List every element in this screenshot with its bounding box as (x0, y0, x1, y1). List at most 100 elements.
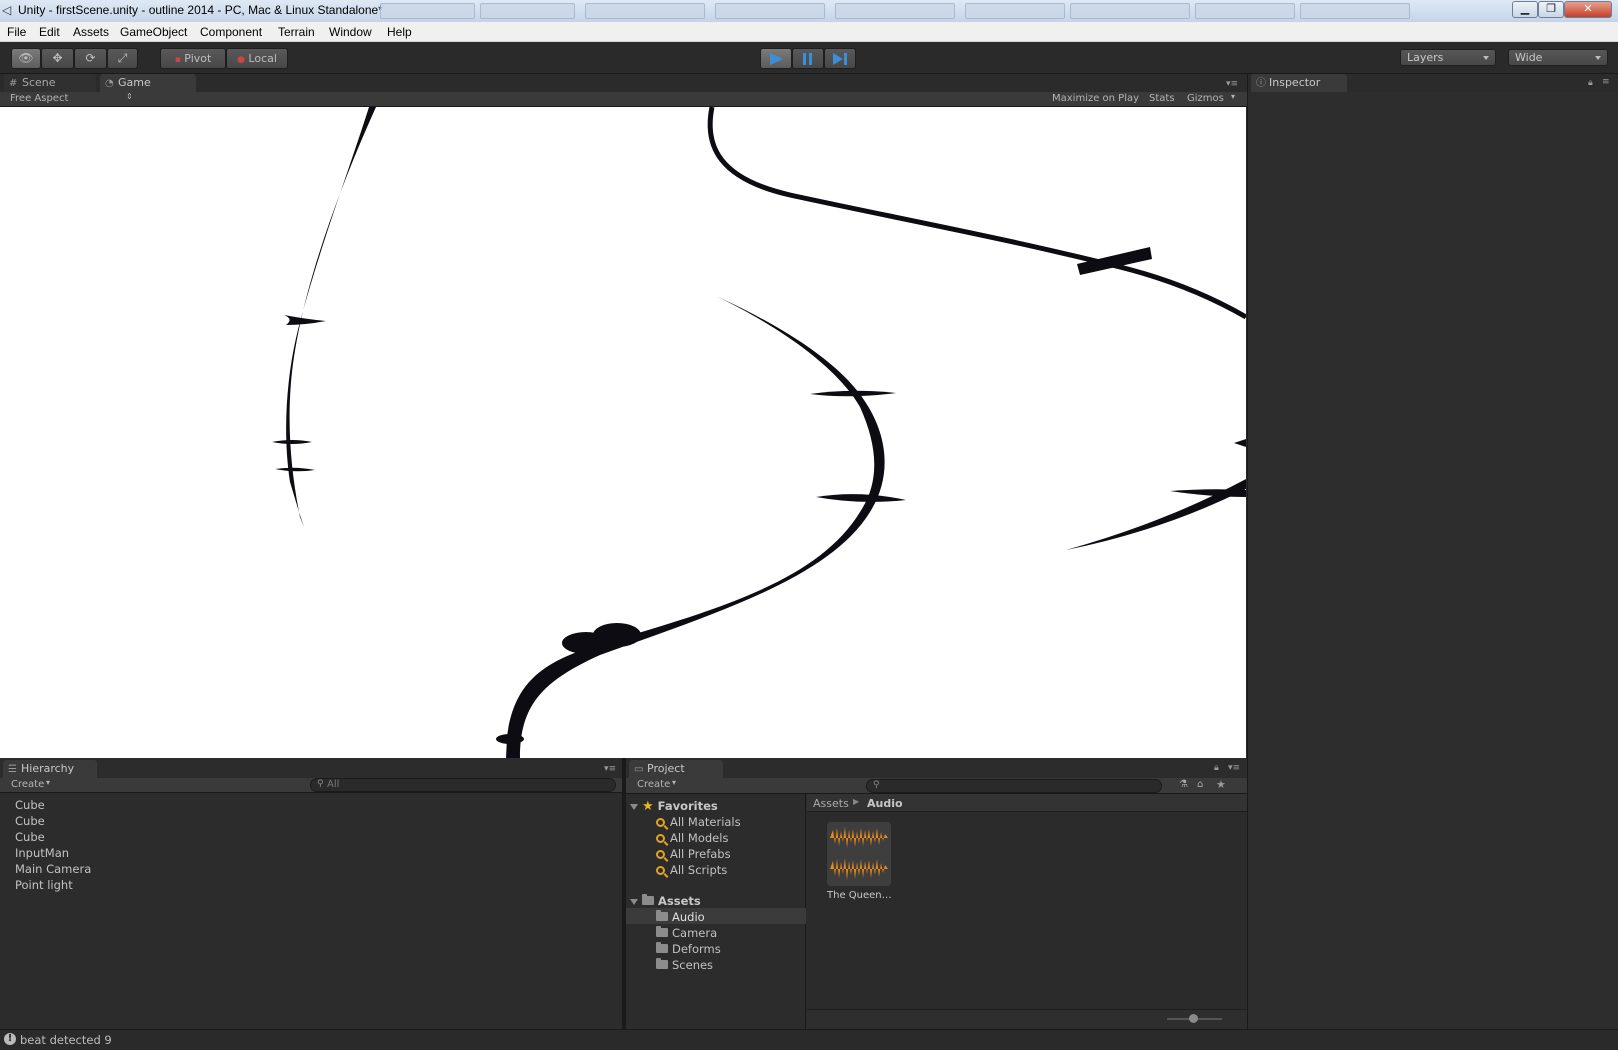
outline-tick (816, 494, 906, 502)
folder-item-deforms[interactable]: Deforms (656, 942, 721, 956)
menu-terrain[interactable]: Terrain (278, 25, 315, 39)
panel-menu-icon[interactable]: ≡ (1602, 77, 1610, 87)
assets-label: Assets (658, 894, 701, 908)
asset-label[interactable]: The Queen… (827, 890, 892, 901)
pause-button[interactable] (792, 48, 824, 69)
favorite-label: All Models (670, 831, 729, 845)
pivot-toggle[interactable]: ▪ Pivot (160, 48, 226, 69)
folder-item-audio[interactable]: Audio (656, 910, 705, 924)
menu-gameobject[interactable]: GameObject (120, 25, 187, 39)
favorite-item[interactable]: All Models (656, 831, 728, 845)
local-toggle[interactable]: ● Local (226, 48, 288, 69)
stats-toggle[interactable]: Stats (1149, 93, 1175, 104)
scale-tool-button[interactable]: ⤢ (107, 48, 138, 69)
step-button[interactable] (824, 48, 856, 69)
gizmos-dropdown[interactable]: Gizmos (1187, 93, 1224, 104)
taskbar-tab[interactable] (585, 3, 705, 19)
restore-button[interactable]: ❐ (1538, 1, 1564, 18)
hierarchy-item[interactable]: Point light (15, 878, 73, 892)
icon-size-slider-handle[interactable] (1189, 1014, 1198, 1023)
outline-stroke (707, 107, 1246, 320)
taskbar-tab[interactable] (1300, 3, 1410, 19)
favorite-item[interactable]: All Prefabs (656, 847, 731, 861)
tab-project[interactable]: ▭ Project (629, 760, 723, 778)
outline-tick (810, 390, 896, 397)
game-viewport[interactable] (0, 107, 1246, 758)
panel-menu-icon[interactable]: ▾≡ (1228, 763, 1240, 773)
minimize-button[interactable]: ▁ (1512, 1, 1538, 18)
status-message: beat detected 9 (20, 1033, 112, 1047)
taskbar-tab[interactable] (835, 3, 955, 19)
grid-icon: # (9, 78, 18, 89)
taskbar-tab[interactable] (715, 3, 825, 19)
pause-icon (803, 53, 812, 65)
hierarchy-item[interactable]: InputMan (15, 846, 69, 860)
filter-type-icon[interactable]: ⚗ (1179, 779, 1188, 790)
info-icon: ! (4, 1033, 16, 1045)
hierarchy-item[interactable]: Cube (15, 814, 45, 828)
favorite-item[interactable]: All Scripts (656, 863, 727, 877)
outline-tick (275, 467, 315, 472)
favorite-label: All Materials (670, 815, 741, 829)
aspect-dropdown[interactable]: Free Aspect (10, 93, 68, 104)
asset-area-footer (807, 1009, 1247, 1029)
maximize-on-play-toggle[interactable]: Maximize on Play (1052, 93, 1139, 104)
menu-assets[interactable]: Assets (73, 25, 109, 39)
favorites-header[interactable]: ★ Favorites (630, 799, 718, 814)
hierarchy-create-button[interactable]: Create (11, 779, 44, 790)
tab-game[interactable]: ◔ Game (100, 74, 196, 92)
breadcrumb-item[interactable]: Assets (813, 797, 849, 810)
favorite-item[interactable]: All Materials (656, 815, 741, 829)
menu-window[interactable]: Window (329, 25, 372, 39)
hierarchy-item[interactable]: Cube (15, 830, 45, 844)
menu-file[interactable]: File (7, 25, 26, 39)
panel-menu-icon[interactable]: ▾≡ (1226, 79, 1238, 89)
hierarchy-panel: ☰ Hierarchy ▾≡ Create ▾ ⚲ All Cube Cube C… (0, 758, 623, 1029)
hierarchy-toolbar: Create ▾ ⚲ All (0, 778, 623, 793)
move-tool-button[interactable]: ✥ (41, 48, 74, 69)
project-folder-tree: ★ Favorites All Materials All Models All… (626, 794, 806, 1029)
menu-help[interactable]: Help (387, 25, 412, 39)
project-create-button[interactable]: Create (637, 779, 670, 790)
tab-hierarchy[interactable]: ☰ Hierarchy (3, 760, 97, 778)
tab-inspector[interactable]: ⓘ Inspector (1251, 74, 1347, 92)
tag-icon[interactable]: ⌂ (1197, 779, 1203, 790)
folder-item-scenes[interactable]: Scenes (656, 958, 713, 972)
layers-dropdown[interactable]: Layers (1400, 49, 1496, 66)
taskbar-tab[interactable] (380, 3, 475, 19)
outline-tick (284, 315, 326, 325)
layout-dropdown[interactable]: Wide (1508, 49, 1608, 66)
rotate-tool-button[interactable]: ⟳ (74, 48, 107, 69)
assets-header[interactable]: Assets (630, 894, 701, 908)
folder-icon (642, 894, 654, 905)
play-button[interactable] (760, 48, 792, 69)
lock-icon[interactable]: 🔒︎ (1214, 763, 1219, 773)
hierarchy-item[interactable]: Cube (15, 798, 45, 812)
window-title: Unity - firstScene.unity - outline 2014 … (18, 3, 383, 17)
project-search-input[interactable]: ⚲ (866, 779, 1162, 793)
taskbar-tab[interactable] (1070, 3, 1190, 19)
favorite-label: All Prefabs (670, 847, 731, 861)
star-icon[interactable]: ★ (1216, 778, 1226, 791)
hierarchy-item[interactable]: Main Camera (15, 862, 91, 876)
taskbar-tab[interactable] (480, 3, 575, 19)
taskbar-tab[interactable] (965, 3, 1065, 19)
view-tool-button[interactable]: 👁 (11, 48, 41, 69)
menu-edit[interactable]: Edit (39, 25, 60, 39)
taskbar-tab[interactable] (1195, 3, 1295, 19)
lock-icon[interactable]: 🔒︎ (1588, 78, 1593, 88)
folder-icon (656, 958, 668, 969)
audio-asset-thumbnail[interactable] (827, 822, 891, 886)
breadcrumb-item[interactable]: Audio (867, 797, 903, 810)
panel-menu-icon[interactable]: ▾≡ (604, 764, 616, 774)
status-bar[interactable]: ! beat detected 9 (0, 1029, 1618, 1050)
outline-tick (1170, 489, 1246, 497)
folder-item-camera[interactable]: Camera (656, 926, 717, 940)
close-button[interactable]: ✕ (1564, 1, 1612, 18)
hierarchy-search-input[interactable]: ⚲ All (310, 778, 616, 792)
tab-scene[interactable]: # Scene (4, 74, 96, 92)
outline-stroke (506, 296, 885, 758)
game-view-toolbar: Free Aspect ⇕ Maximize on Play Stats Giz… (0, 92, 1247, 107)
inspector-panel: ⓘ Inspector 🔒︎ ≡ (1247, 74, 1618, 1029)
menu-component[interactable]: Component (200, 25, 262, 39)
